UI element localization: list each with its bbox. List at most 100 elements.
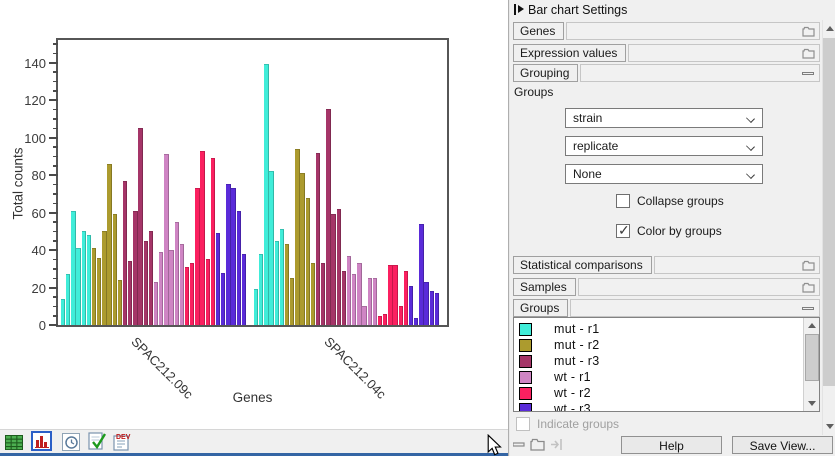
- chevron-down-icon: [746, 142, 755, 151]
- chevron-down-icon: [746, 114, 755, 123]
- bar: [144, 241, 148, 325]
- bar: [107, 164, 111, 325]
- section-expression-values[interactable]: Expression values: [513, 44, 820, 62]
- section-genes[interactable]: Genes: [513, 22, 820, 40]
- mouse-cursor: [484, 434, 504, 456]
- checkbox-checked: ✓: [616, 224, 630, 238]
- y-axis-minor-tick: [53, 203, 58, 205]
- group-name-label: wt - r2: [554, 386, 591, 400]
- group-dropdown-1[interactable]: strain: [565, 108, 763, 128]
- view-toolbar: DEV: [0, 429, 508, 453]
- y-axis-minor-tick: [53, 184, 58, 186]
- bar: [321, 263, 325, 325]
- history-icon[interactable]: [62, 433, 80, 451]
- panel-scrollbar[interactable]: [822, 20, 835, 435]
- collapse-groups-checkbox[interactable]: Collapse groups: [616, 194, 724, 208]
- collapse-all-icon[interactable]: [513, 442, 525, 448]
- y-axis-major-tick: [49, 249, 58, 251]
- bar: [206, 259, 210, 325]
- folder-icon: [802, 26, 815, 37]
- scroll-up-icon[interactable]: [808, 323, 816, 328]
- bar: [430, 291, 434, 325]
- bar: [221, 273, 225, 326]
- bar-chart-view: 020406080100120140SPAC212.09cSPAC212.04c…: [0, 0, 508, 429]
- section-statistical-comparisons[interactable]: Statistical comparisons: [513, 256, 820, 274]
- folder-icon: [802, 282, 815, 293]
- bar: [195, 188, 199, 325]
- bar: [275, 241, 279, 325]
- bar: [404, 271, 408, 325]
- legend-row: wt - r3: [514, 401, 819, 412]
- scroll-up-icon[interactable]: [826, 26, 834, 31]
- color-by-groups-checkbox[interactable]: ✓ Color by groups: [616, 224, 722, 238]
- bar: [159, 252, 163, 325]
- bar: [164, 154, 168, 325]
- chevron-down-icon: [746, 170, 755, 179]
- table-view-icon[interactable]: [3, 432, 24, 452]
- scroll-down-icon[interactable]: [826, 424, 834, 429]
- group-color-swatch[interactable]: [519, 403, 532, 413]
- bar: [123, 181, 127, 325]
- group-dropdown-3-value: None: [573, 167, 602, 181]
- group-color-swatch[interactable]: [519, 371, 532, 384]
- folder-icon[interactable]: [530, 438, 545, 451]
- collapse-groups-label: Collapse groups: [637, 194, 724, 208]
- bar: [113, 214, 117, 325]
- y-axis-minor-tick: [53, 165, 58, 167]
- y-axis-minor-tick: [53, 156, 58, 158]
- bar: [254, 289, 258, 325]
- scrollbar-thumb[interactable]: [823, 38, 835, 386]
- dev-log-icon[interactable]: DEV: [113, 432, 133, 454]
- scroll-down-icon[interactable]: [808, 401, 816, 406]
- bar: [175, 222, 179, 325]
- group-dropdown-2[interactable]: replicate: [565, 136, 763, 156]
- settings-panel: Bar chart Settings Genes Expression valu…: [510, 0, 835, 456]
- bar: [362, 306, 366, 325]
- validation-icon[interactable]: [88, 432, 107, 454]
- groups-list-scrollbar[interactable]: [803, 318, 819, 411]
- legend-row: wt - r1: [514, 369, 819, 385]
- group-name-label: mut - r2: [554, 338, 599, 352]
- folder-icon: [802, 48, 815, 59]
- panel-bottom-bar: Help Save View...: [510, 436, 835, 456]
- section-grouping[interactable]: Grouping: [513, 64, 820, 82]
- bar: [118, 280, 122, 325]
- help-button[interactable]: Help: [621, 436, 722, 454]
- y-axis-minor-tick: [53, 315, 58, 317]
- bar: [331, 214, 335, 325]
- save-view-button[interactable]: Save View...: [732, 436, 833, 454]
- bar: [231, 188, 235, 325]
- group-color-swatch[interactable]: [519, 387, 532, 400]
- section-groups[interactable]: Groups: [513, 299, 820, 317]
- group-color-swatch[interactable]: [519, 339, 532, 352]
- group-color-swatch[interactable]: [519, 355, 532, 368]
- svg-text:DEV: DEV: [116, 434, 131, 441]
- bar: [102, 231, 106, 325]
- groups-label: Groups: [514, 85, 553, 99]
- y-axis-minor-tick: [53, 268, 58, 270]
- bar: [226, 184, 230, 325]
- indicate-groups-checkbox[interactable]: Indicate groups: [516, 417, 619, 431]
- bar: [66, 274, 70, 325]
- y-axis-major-tick: [49, 324, 58, 326]
- bar: [295, 149, 299, 325]
- y-axis-minor-tick: [53, 221, 58, 223]
- application-window: 020406080100120140SPAC212.09cSPAC212.04c…: [0, 0, 835, 456]
- bar: [269, 171, 273, 325]
- group-dropdown-3[interactable]: None: [565, 164, 763, 184]
- section-samples[interactable]: Samples: [513, 278, 820, 296]
- y-axis-tick-label: 0: [6, 318, 46, 333]
- section-groups-label: Groups: [513, 299, 568, 317]
- scrollbar-thumb[interactable]: [805, 334, 819, 381]
- bar: [149, 231, 153, 325]
- bar: [138, 128, 142, 325]
- bar: [419, 224, 423, 325]
- group-color-swatch[interactable]: [519, 323, 532, 336]
- group-dropdown-1-value: strain: [573, 111, 602, 125]
- dock-panel-icon: [550, 438, 564, 451]
- panel-expand-icon[interactable]: [514, 4, 526, 15]
- bar: [316, 153, 320, 326]
- bar-chart-view-icon[interactable]: [31, 431, 52, 451]
- y-axis-minor-tick: [53, 240, 58, 242]
- y-axis-minor-tick: [53, 118, 58, 120]
